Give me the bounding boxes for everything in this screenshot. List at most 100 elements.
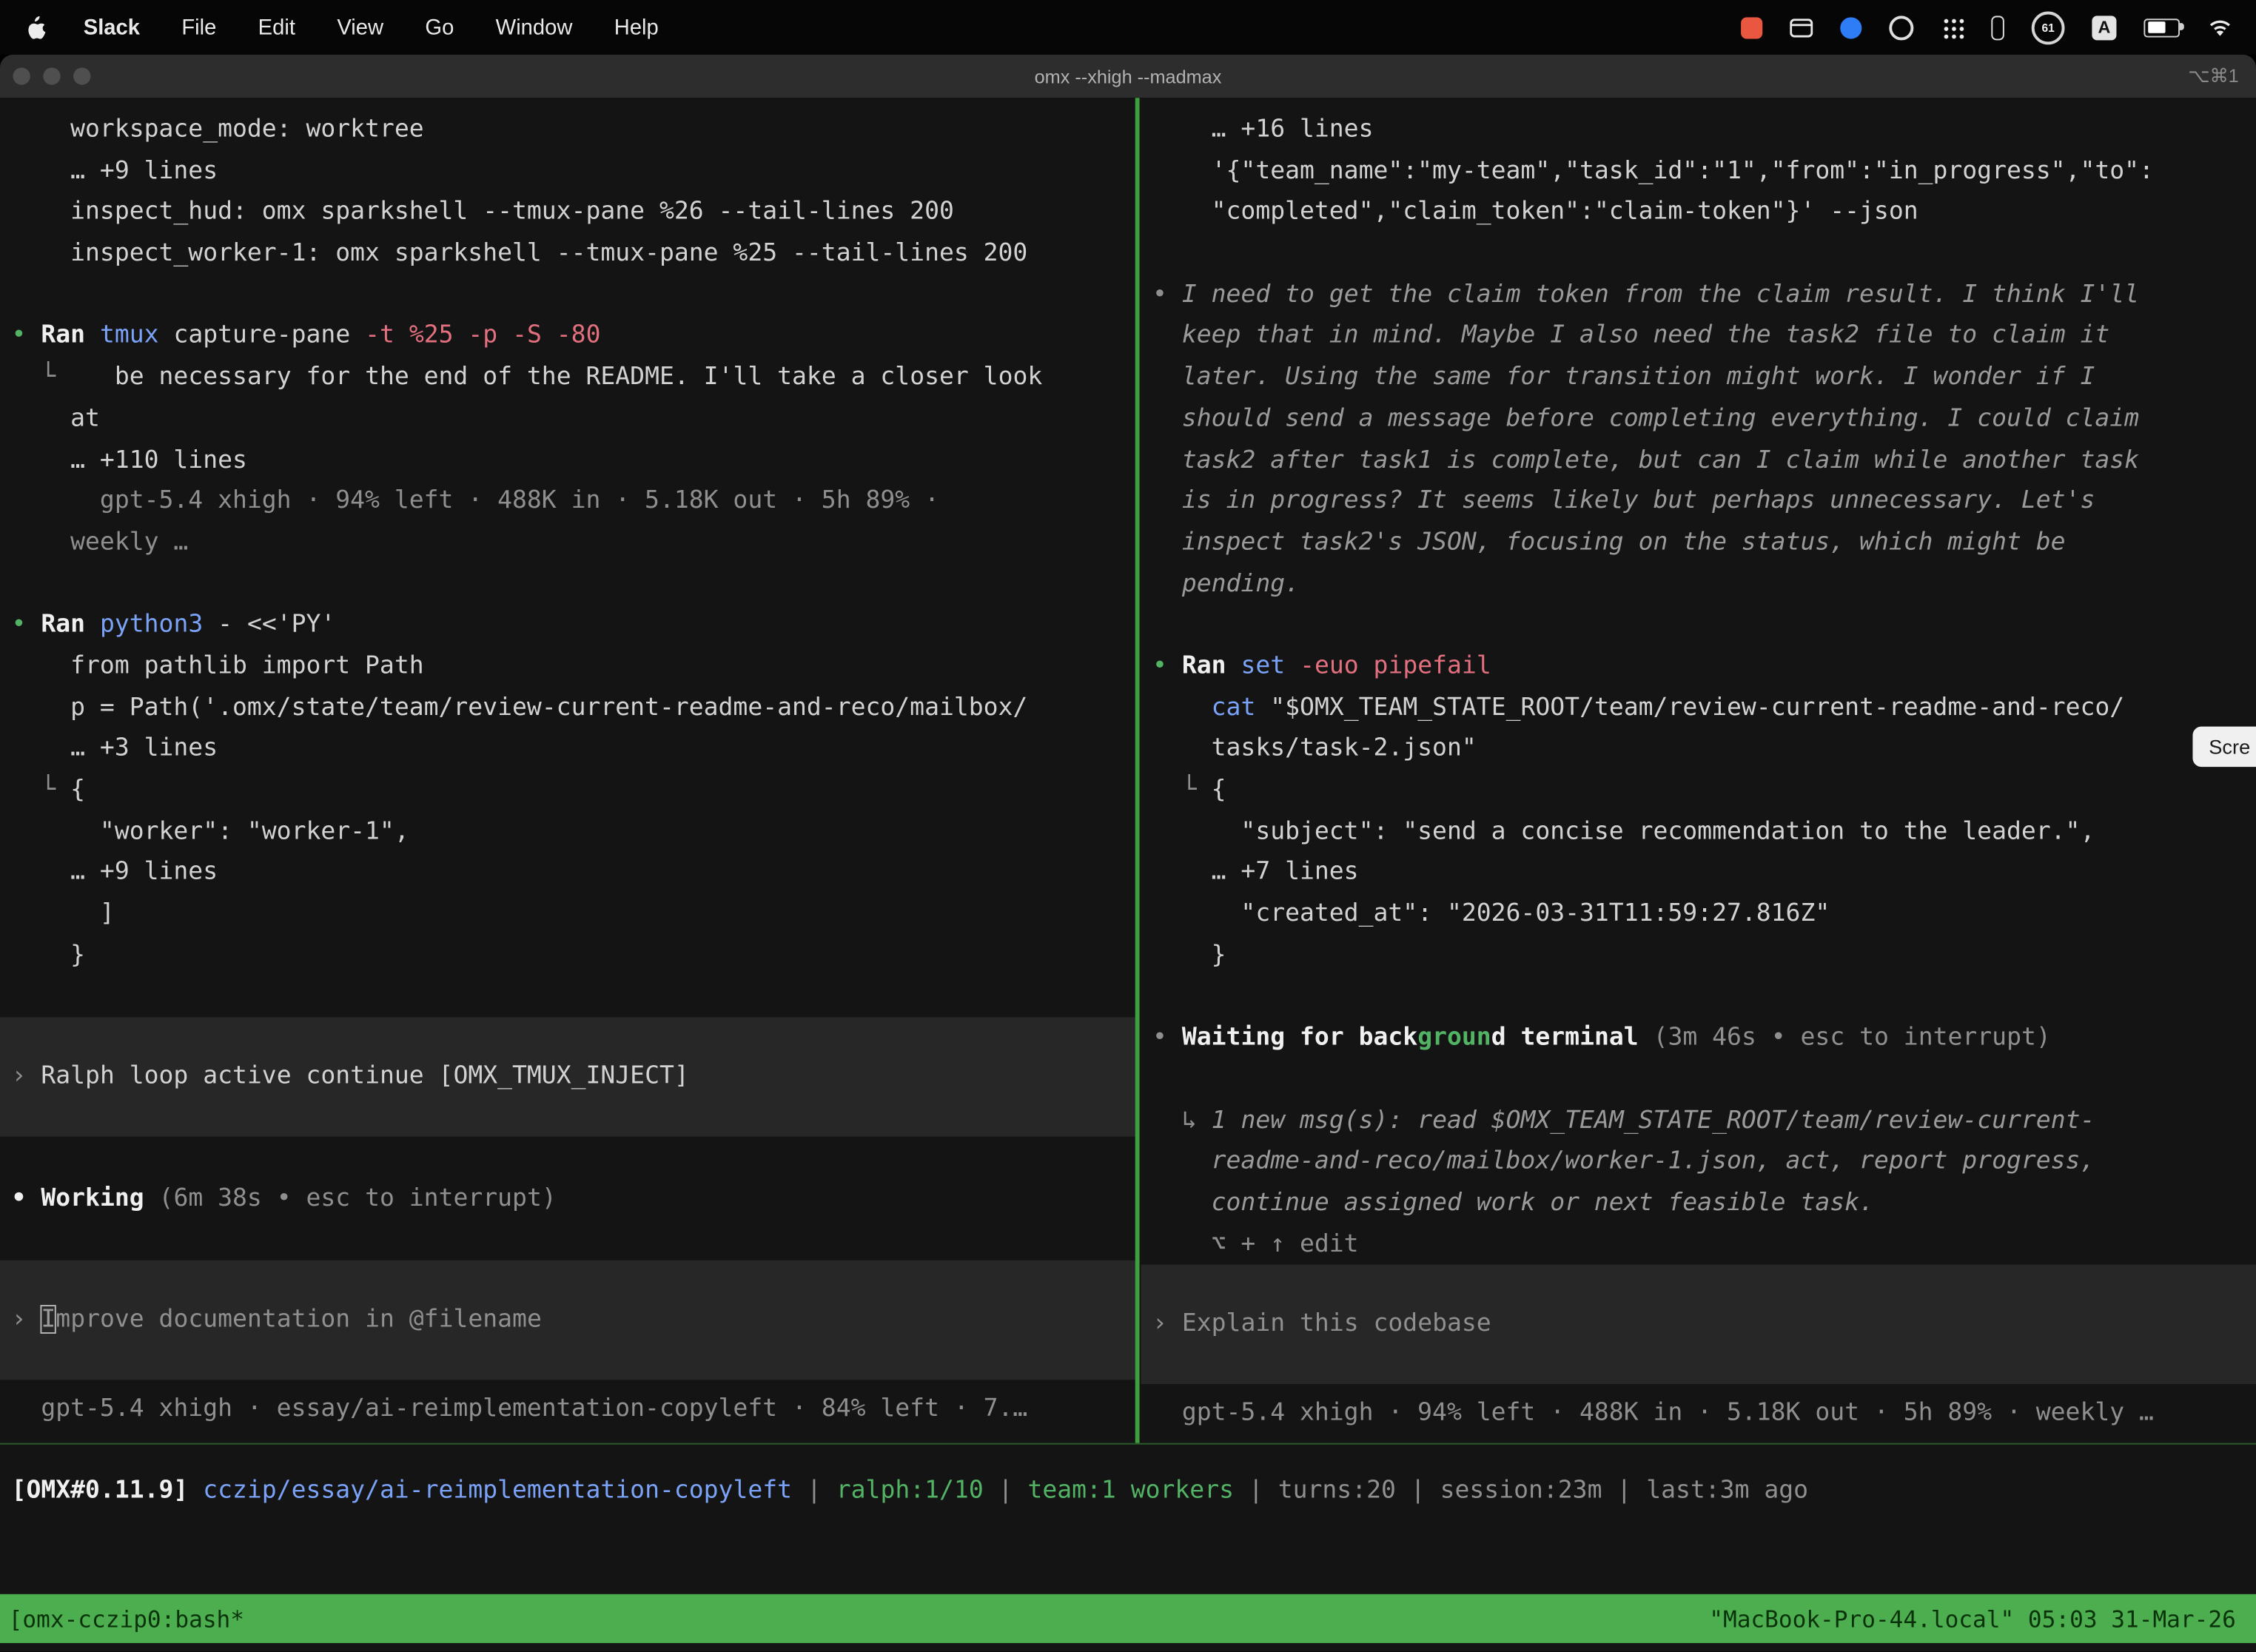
terminal-line: … +16 lines bbox=[1141, 110, 2256, 151]
text-segment: gpt-5.4 xhigh · essay/ai-reimplementatio… bbox=[12, 1394, 1028, 1423]
terminal-line: p = Path('.omx/state/team/review-current… bbox=[0, 687, 1137, 728]
tmux-pane-border-horizontal bbox=[0, 1443, 2256, 1445]
terminal-line: … +9 lines bbox=[0, 150, 1137, 192]
wifi-icon[interactable] bbox=[2207, 17, 2233, 37]
terminal-line: "subject": "send a concise recommendatio… bbox=[1141, 811, 2256, 853]
text-segment: turns:20 bbox=[1278, 1476, 1396, 1505]
screen-recording-indicator-icon[interactable] bbox=[1741, 16, 1762, 38]
blank-line bbox=[1141, 976, 2256, 1018]
text-segment: later. Using the same for transition mig… bbox=[1152, 363, 2095, 392]
text-segment: '{"team_name":"my-team","task_id":"1","f… bbox=[1152, 156, 2154, 185]
text-segment: groun bbox=[1417, 1023, 1491, 1052]
apple-menu-icon[interactable] bbox=[26, 15, 46, 39]
battery-percentage-icon[interactable]: 61 bbox=[2032, 11, 2065, 44]
text-segment: inspect task2's JSON, focusing on the st… bbox=[1152, 528, 2066, 557]
terminal-line: • Ran python3 - <<'PY' bbox=[0, 605, 1137, 646]
menu-item-edit[interactable]: Edit bbox=[258, 15, 295, 39]
tmux-pane-left[interactable]: workspace_mode: worktree … +9 lines insp… bbox=[0, 98, 1137, 1443]
terminal-line: cat "$OMX_TEAM_STATE_ROOT/team/review-cu… bbox=[1141, 687, 2256, 728]
battery-icon[interactable] bbox=[2143, 18, 2180, 36]
pane-status-line: gpt-5.4 xhigh · essay/ai-reimplementatio… bbox=[0, 1389, 1137, 1430]
text-segment: • bbox=[1152, 1023, 1182, 1052]
prompt-band[interactable]: › Ralph loop active continue [OMX_TMUX_I… bbox=[0, 1018, 1137, 1137]
prompt-band[interactable]: › Improve documentation in @filename bbox=[0, 1260, 1137, 1380]
text-segment: continue assigned work or next feasible … bbox=[1152, 1188, 1874, 1217]
terminal-line: tasks/task-2.json" bbox=[1141, 728, 2256, 770]
text-segment: … +9 lines bbox=[12, 858, 218, 887]
terminal-line: … +110 lines bbox=[0, 440, 1137, 481]
text-segment: I bbox=[41, 1306, 56, 1334]
blue-app-icon[interactable] bbox=[1840, 16, 1861, 38]
text-segment: Working bbox=[41, 1183, 158, 1212]
screen-share-badge[interactable]: Scre bbox=[2193, 727, 2256, 767]
text-segment: d terminal bbox=[1491, 1023, 1654, 1052]
terminal-line: keep that in mind. Maybe I also need the… bbox=[1141, 316, 2256, 357]
terminal-line: └ be necessary for the end of the README… bbox=[0, 357, 1137, 398]
text-segment: | bbox=[1234, 1476, 1278, 1505]
tmux-host-time: "MacBook-Pro-44.local" 05:03 31-Mar-26 bbox=[1709, 1605, 2236, 1632]
text-segment: { bbox=[1212, 776, 1226, 805]
text-segment: ↳ bbox=[1152, 1106, 1212, 1135]
text-segment: last:3m ago bbox=[1646, 1476, 1808, 1505]
text-segment: set bbox=[1241, 651, 1300, 680]
blank-line bbox=[0, 1137, 1137, 1178]
menu-item-help[interactable]: Help bbox=[614, 15, 659, 39]
text-segment: › bbox=[12, 1062, 41, 1091]
text-segment: I need to get the claim token from the c… bbox=[1182, 281, 2139, 309]
terminal-line: inspect task2's JSON, focusing on the st… bbox=[1141, 522, 2256, 563]
text-segment: • bbox=[12, 321, 41, 350]
terminal-line: from pathlib import Path bbox=[0, 646, 1137, 688]
menu-item-view[interactable]: View bbox=[337, 15, 383, 39]
terminal-line: workspace_mode: worktree bbox=[0, 110, 1137, 151]
text-segment: at bbox=[12, 404, 100, 433]
blank-line bbox=[0, 1219, 1137, 1260]
text-segment: p = Path('.omx/state/team/review-current… bbox=[12, 693, 1028, 722]
terminal-line: └ { bbox=[1141, 770, 2256, 811]
menu-item-file[interactable]: File bbox=[181, 15, 216, 39]
terminal-line: • I need to get the claim token from the… bbox=[1141, 275, 2256, 316]
text-segment: └ bbox=[1152, 776, 1212, 805]
text-segment: Ralph loop active continue [OMX_TMUX_INJ… bbox=[41, 1062, 688, 1091]
blank-line bbox=[0, 976, 1137, 1018]
menu-bar-left: Slack File Edit View Go Window Help bbox=[0, 15, 700, 39]
terminal-line: • Ran set -euo pipefail bbox=[1141, 646, 2256, 688]
tmux-pane-right[interactable]: … +16 lines '{"team_name":"my-team","tas… bbox=[1141, 98, 2256, 1443]
text-segment: … +3 lines bbox=[12, 734, 218, 763]
dots-grid-icon[interactable] bbox=[1941, 16, 1964, 38]
text-segment: (6m 38s • esc to interrupt) bbox=[159, 1183, 557, 1212]
text-segment: { bbox=[70, 776, 85, 805]
window-title: omx --xhigh --madmax bbox=[0, 55, 2256, 98]
text-segment: Ran bbox=[1182, 651, 1241, 680]
slim-app-icon[interactable] bbox=[1991, 15, 2004, 39]
screen: Slack File Edit View Go Window Help 61 A bbox=[0, 0, 2256, 1652]
text-segment: • bbox=[12, 1183, 41, 1212]
text-segment: | bbox=[1602, 1476, 1646, 1505]
terminal-line: pending. bbox=[1141, 563, 2256, 605]
ring-app-icon[interactable] bbox=[1889, 15, 1913, 39]
text-segment: › bbox=[1152, 1310, 1182, 1339]
omx-hud-status: [OMX#0.11.9] cczip/essay/ai-reimplementa… bbox=[0, 1471, 1808, 1512]
terminal-line: … +3 lines bbox=[0, 728, 1137, 770]
input-source-icon[interactable]: A bbox=[2092, 15, 2116, 39]
text-segment: | bbox=[984, 1476, 1028, 1505]
tmux-pane-divider[interactable] bbox=[1135, 98, 1140, 1443]
prompt-line: › Explain this codebase bbox=[1141, 1304, 1491, 1346]
text-segment: "created_at": "2026-03-31T11:59:27.816Z" bbox=[1152, 899, 1830, 928]
blank-line bbox=[1141, 605, 2256, 646]
app-window-icon[interactable] bbox=[1790, 18, 1813, 36]
menu-item-app[interactable]: Slack bbox=[84, 15, 140, 39]
text-segment: ⌥ + ↑ edit bbox=[1152, 1229, 1359, 1258]
text-segment: (3m 46s • esc to interrupt) bbox=[1654, 1023, 2051, 1052]
prompt-band[interactable]: › Explain this codebase bbox=[1141, 1265, 2256, 1384]
terminal-line: } bbox=[1141, 935, 2256, 976]
prompt-line: › Ralph loop active continue [OMX_TMUX_I… bbox=[0, 1056, 689, 1098]
menu-item-window[interactable]: Window bbox=[496, 15, 573, 39]
blank-line bbox=[0, 563, 1137, 605]
terminal-line: weekly … bbox=[0, 522, 1137, 563]
text-segment: … +7 lines bbox=[1152, 858, 1359, 887]
text-segment: 1 new msg(s): read $OMX_TEAM_STATE_ROOT/… bbox=[1212, 1106, 2095, 1135]
terminal-line: • Ran tmux capture-pane -t %25 -p -S -80 bbox=[0, 316, 1137, 357]
text-segment: "completed","claim_token":"claim-token"}… bbox=[1152, 198, 1918, 226]
menu-item-go[interactable]: Go bbox=[425, 15, 454, 39]
text-segment: Waiting for back bbox=[1182, 1023, 1417, 1052]
